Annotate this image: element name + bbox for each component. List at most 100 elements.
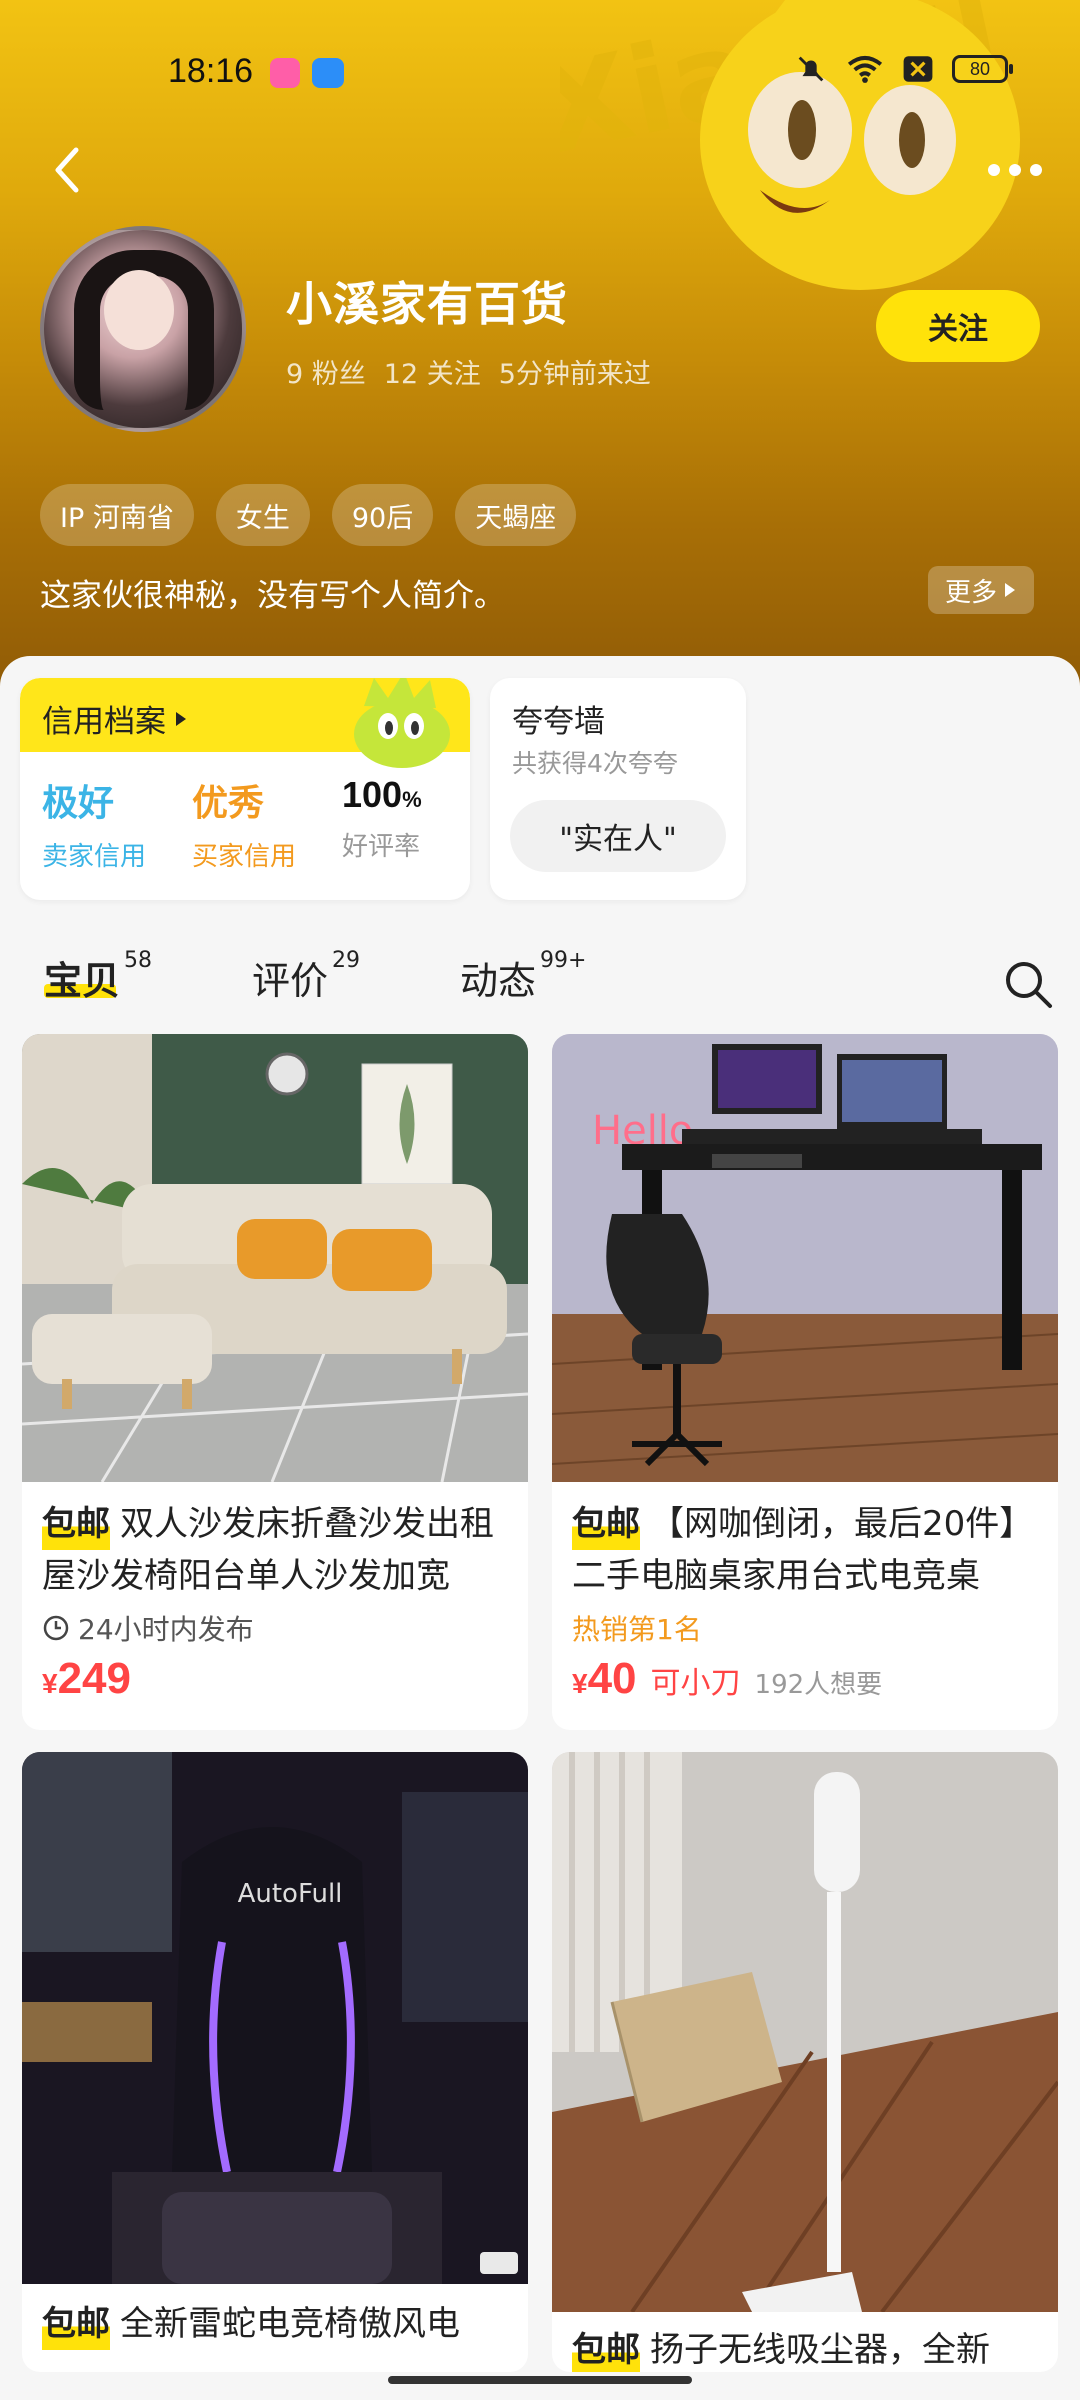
- product-title-text: 全新雷蛇电竞椅傲风电: [120, 2304, 460, 2344]
- product-price-line: ¥40 可小刀 192人想要: [572, 1654, 1042, 1704]
- credit-items: 极好 卖家信用 优秀 买家信用 100% 好评率: [20, 774, 470, 873]
- no-sim-icon: [903, 56, 933, 82]
- product-meta: 24小时内发布: [42, 1608, 512, 1648]
- tab-items-label: 宝贝: [44, 959, 121, 1003]
- content-tabs: 宝贝 58 评价 29 动态 99+: [44, 948, 587, 1005]
- product-title: 包邮 全新雷蛇电竞椅傲风电: [42, 2298, 512, 2350]
- credit-title-label: 信用档案: [42, 704, 166, 740]
- product-price: ¥40: [572, 1654, 637, 1704]
- currency-symbol: ¥: [42, 1668, 58, 1699]
- praise-wall-card[interactable]: 夸夸墙 共获得4次夸夸 "实在人": [490, 678, 746, 900]
- clock-icon: [43, 1615, 69, 1641]
- tag-age: 90后: [331, 484, 434, 546]
- product-title-text: 扬子无线吸尘器，全新: [650, 2330, 990, 2370]
- status-icons: 80: [794, 52, 1013, 86]
- buyer-credit-label: 买家信用: [192, 842, 297, 872]
- product-image-vacuum: [552, 1752, 1058, 2312]
- following-count[interactable]: 12 关注: [384, 352, 481, 391]
- product-title-text: 【网咖倒闭，最后20件】二手电脑桌家用台式电竞桌: [572, 1504, 1034, 1596]
- follow-button[interactable]: 关注: [876, 290, 1040, 362]
- product-image-sofa: [22, 1034, 528, 1482]
- bargain-label: 可小刀: [650, 1666, 741, 1701]
- caret-right-icon: [1005, 583, 1015, 597]
- hot-rank-label: 热销第1名: [572, 1613, 702, 1646]
- search-icon[interactable]: [1000, 956, 1056, 1012]
- product-card[interactable]: 包邮 双人沙发床折叠沙发出租屋沙发椅阳台单人沙发加宽 24小时内发布 ¥249: [22, 1034, 528, 1730]
- product-card[interactable]: Hello 包邮 【网咖倒闭，最后20件】二手电脑桌家用台式电竞桌 热销第1名 ¥…: [552, 1034, 1058, 1730]
- product-card[interactable]: AutoFull 包邮 全新雷蛇电竞椅傲风电: [22, 1752, 528, 2372]
- avatar[interactable]: [40, 226, 246, 432]
- product-image-desk: Hello: [552, 1034, 1058, 1482]
- seller-credit: 极好 卖家信用: [20, 774, 170, 873]
- buyer-credit-value: 优秀: [192, 783, 265, 824]
- tab-reviews[interactable]: 评价 29: [252, 948, 361, 1005]
- profile-tags: IP 河南省 女生 90后 天蝎座: [40, 484, 577, 546]
- credit-card[interactable]: 信用档案 极好 卖家信用 优秀 买家信用 100% 好评率: [20, 678, 470, 900]
- status-time: 18:16: [168, 52, 254, 90]
- product-title: 包邮 【网咖倒闭，最后20件】二手电脑桌家用台式电竞桌: [572, 1498, 1042, 1602]
- profile-bio: 这家伙很神秘，没有写个人简介。: [40, 578, 505, 614]
- tab-reviews-label: 评价: [252, 959, 329, 1003]
- battery-icon: 80: [952, 55, 1013, 83]
- tag-location: IP 河南省: [40, 484, 194, 546]
- profile-header: Xianyu 18:16 80: [0, 0, 1080, 700]
- buyer-credit: 优秀 买家信用: [170, 774, 320, 873]
- back-arrow-icon[interactable]: [40, 140, 100, 200]
- free-shipping-badge: 包邮: [42, 1498, 110, 1550]
- app-notification-icon: [312, 58, 344, 88]
- mascot-icon: [354, 678, 450, 768]
- praise-wall-title: 夸夸墙: [512, 704, 605, 740]
- last-seen: 5分钟前来过: [498, 359, 651, 390]
- product-title: 包邮 扬子无线吸尘器，全新: [572, 2324, 1042, 2372]
- tab-activity[interactable]: 动态 99+: [460, 948, 587, 1005]
- status-bar: 18:16 80: [0, 0, 1080, 140]
- chair-brand-text: AutoFull: [238, 1879, 343, 1909]
- tag-zodiac: 天蝎座: [455, 484, 577, 546]
- tab-activity-label: 动态: [460, 959, 537, 1003]
- product-posted-time: 24小时内发布: [78, 1613, 254, 1646]
- seller-credit-label: 卖家信用: [42, 842, 147, 872]
- tab-reviews-count: 29: [332, 948, 361, 973]
- good-rate-number: 100: [342, 774, 403, 815]
- product-info: 包邮 全新雷蛇电竞椅傲风电: [42, 2298, 512, 2350]
- good-rate-value: 100%: [342, 774, 470, 816]
- more-bio-button[interactable]: 更多: [928, 566, 1034, 614]
- caret-right-icon: [176, 711, 186, 726]
- tab-items-count: 58: [124, 948, 153, 973]
- praise-pill[interactable]: "实在人": [510, 800, 726, 872]
- product-title: 包邮 双人沙发床折叠沙发出租屋沙发椅阳台单人沙发加宽: [42, 1498, 512, 1602]
- wifi-icon: [847, 55, 883, 83]
- free-shipping-badge: 包邮: [572, 1498, 640, 1550]
- profile-stats: 9 粉丝 12 关注 5分钟前来过: [286, 352, 651, 391]
- product-info: 包邮 扬子无线吸尘器，全新: [572, 2324, 1042, 2372]
- tab-activity-count: 99+: [540, 948, 587, 973]
- product-card[interactable]: 包邮 扬子无线吸尘器，全新: [552, 1752, 1058, 2372]
- product-price-line: ¥249: [42, 1654, 512, 1704]
- more-bio-label: 更多: [944, 577, 997, 608]
- mute-bell-icon: [798, 56, 824, 82]
- product-price-value: 249: [57, 1654, 131, 1703]
- free-shipping-badge: 包邮: [42, 2298, 110, 2350]
- product-info: 包邮 【网咖倒闭，最后20件】二手电脑桌家用台式电竞桌 热销第1名 ¥40 可小刀…: [572, 1498, 1042, 1704]
- home-indicator[interactable]: [388, 2376, 692, 2384]
- wants-count: 192人想要: [754, 1670, 883, 1700]
- product-price-value: 40: [587, 1654, 637, 1703]
- seller-credit-value: 极好: [42, 783, 115, 824]
- tab-items[interactable]: 宝贝 58: [44, 948, 153, 1005]
- good-rate-label: 好评率: [342, 832, 421, 862]
- product-meta: 热销第1名: [572, 1608, 1042, 1648]
- tag-gender: 女生: [215, 484, 310, 546]
- credit-title[interactable]: 信用档案: [42, 696, 188, 741]
- praise-wall-subtitle: 共获得4次夸夸: [512, 749, 678, 778]
- good-rate: 100% 好评率: [320, 774, 470, 873]
- good-rate-unit: %: [402, 787, 422, 812]
- free-shipping-badge: 包邮: [572, 2324, 640, 2372]
- currency-symbol: ¥: [572, 1668, 588, 1699]
- product-price: ¥249: [42, 1654, 131, 1704]
- app-notification-icon: [270, 58, 300, 88]
- product-image-chair: AutoFull: [22, 1752, 528, 2284]
- fans-count[interactable]: 9 粉丝: [286, 352, 366, 391]
- shop-name: 小溪家有百货: [286, 277, 568, 331]
- product-info: 包邮 双人沙发床折叠沙发出租屋沙发椅阳台单人沙发加宽 24小时内发布 ¥249: [42, 1498, 512, 1704]
- more-dots-icon[interactable]: [980, 150, 1050, 190]
